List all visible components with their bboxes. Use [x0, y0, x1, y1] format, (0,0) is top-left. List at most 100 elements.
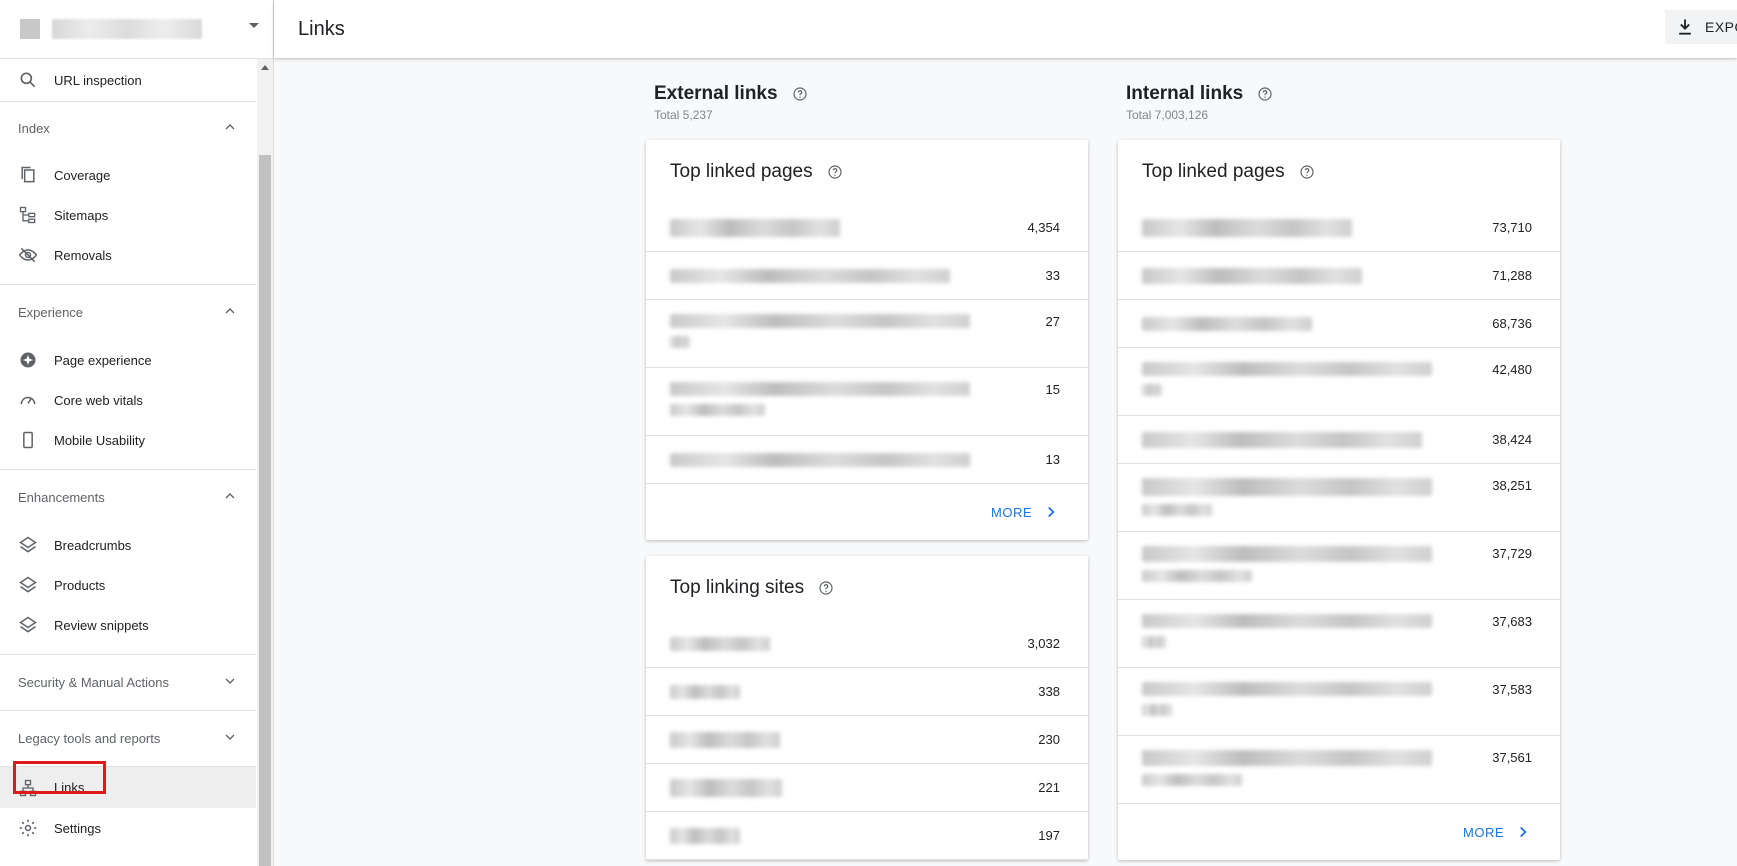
redacted-url — [1142, 218, 1352, 237]
link-count: 37,683 — [1492, 614, 1532, 629]
table-row[interactable]: 37,683 — [1118, 600, 1560, 668]
top-bar: Links EXPO — [274, 0, 1737, 58]
table-row[interactable]: 33 — [646, 252, 1088, 300]
sidebar-item-label: Coverage — [54, 167, 111, 183]
table-row[interactable]: 230 — [646, 716, 1088, 764]
sidebar-item-breadcrumbs[interactable]: Breadcrumbs — [0, 525, 256, 565]
help-icon[interactable] — [1299, 164, 1315, 180]
redacted-url — [1142, 614, 1432, 648]
link-count: 42,480 — [1492, 362, 1532, 377]
internal-links-header: Internal links Total 7,003,126 — [1126, 83, 1273, 122]
scroll-up-arrow-icon[interactable] — [261, 65, 269, 70]
sidebar-item-page-experience[interactable]: Page experience — [0, 340, 256, 380]
card-title: Top linked pages — [1142, 161, 1285, 182]
sidebar-item-sitemaps[interactable]: Sitemaps — [0, 195, 256, 235]
link-count: 68,736 — [1492, 316, 1532, 331]
table-row[interactable]: 4,354 — [646, 204, 1088, 252]
download-icon — [1679, 19, 1691, 35]
sidebar-item-label: Sitemaps — [54, 207, 109, 223]
sidebar-item-coverage[interactable]: Coverage — [0, 155, 256, 195]
export-label: EXPO — [1705, 19, 1737, 35]
help-icon[interactable] — [818, 580, 834, 596]
internal-top-linked-pages-card: Top linked pages 73,710 71,288 68,736 42… — [1118, 140, 1560, 860]
table-row[interactable]: 38,251 — [1118, 464, 1560, 532]
redacted-url — [670, 218, 840, 237]
table-row[interactable]: 197 — [646, 812, 1088, 860]
scrollbar-thumb[interactable] — [259, 155, 271, 866]
table-row[interactable]: 15 — [646, 368, 1088, 436]
section-label: Enhancements — [18, 490, 105, 505]
redacted-site — [670, 684, 740, 699]
section-enhancements-header[interactable]: Enhancements — [0, 469, 256, 525]
redacted-url — [1142, 750, 1432, 786]
redacted-url — [1142, 478, 1432, 516]
table-row[interactable]: 71,288 — [1118, 252, 1560, 300]
sidebar-item-removals[interactable]: Removals — [0, 235, 256, 275]
main-content: External links Total 5,237 Top linked pa… — [274, 58, 1737, 866]
table-row[interactable]: 3,032 — [646, 620, 1088, 668]
redacted-url — [1142, 546, 1432, 582]
table-row[interactable]: 37,561 — [1118, 736, 1560, 804]
property-dropdown-caret-icon[interactable] — [249, 23, 259, 28]
section-security-header[interactable]: Security & Manual Actions — [0, 654, 256, 710]
links-network-icon — [18, 778, 38, 798]
gear-icon — [18, 818, 38, 838]
chevron-right-icon — [1048, 506, 1055, 518]
table-row[interactable]: 27 — [646, 300, 1088, 368]
redacted-site — [670, 778, 782, 797]
table-row[interactable]: 73,710 — [1118, 204, 1560, 252]
help-icon[interactable] — [792, 86, 808, 102]
chevron-up-icon — [222, 119, 238, 138]
eye-off-icon — [18, 245, 38, 265]
more-label: MORE — [991, 504, 1032, 520]
external-more-button[interactable]: MORE — [646, 484, 1088, 540]
external-links-title: External links — [654, 83, 778, 104]
table-row[interactable]: 221 — [646, 764, 1088, 812]
sidebar-item-url-inspection[interactable]: URL inspection — [0, 59, 256, 101]
link-count: 4,354 — [1027, 220, 1060, 235]
chevron-right-icon — [1520, 826, 1527, 838]
table-row[interactable]: 37,729 — [1118, 532, 1560, 600]
table-row[interactable]: 42,480 — [1118, 348, 1560, 416]
section-label: Index — [18, 121, 50, 136]
chevron-down-icon — [222, 729, 238, 748]
sidebar-scrollbar[interactable] — [257, 59, 273, 866]
external-links-total: Total 5,237 — [654, 108, 713, 122]
section-experience-header[interactable]: Experience — [0, 284, 256, 340]
property-selector[interactable] — [0, 0, 273, 59]
sidebar-item-mobile-usability[interactable]: Mobile Usability — [0, 420, 256, 460]
export-button[interactable]: EXPO — [1665, 10, 1737, 44]
link-count: 3,032 — [1027, 636, 1060, 651]
table-row[interactable]: 37,583 — [1118, 668, 1560, 736]
sidebar-item-settings[interactable]: Settings — [0, 808, 256, 848]
link-count: 38,251 — [1492, 478, 1532, 493]
internal-links-title: Internal links — [1126, 83, 1244, 104]
sidebar-item-links[interactable]: Links — [0, 766, 256, 808]
help-icon[interactable] — [1257, 86, 1273, 102]
sidebar-item-label: Page experience — [54, 352, 152, 368]
sidebar-item-products[interactable]: Products — [0, 565, 256, 605]
sidebar-item-review-snippets[interactable]: Review snippets — [0, 605, 256, 645]
help-icon[interactable] — [827, 164, 843, 180]
link-count: 221 — [1038, 780, 1060, 795]
page-experience-icon — [18, 350, 38, 370]
table-row[interactable]: 68,736 — [1118, 300, 1560, 348]
section-index-header[interactable]: Index — [0, 101, 256, 155]
section-legacy-header[interactable]: Legacy tools and reports — [0, 710, 256, 766]
sidebar-nav: URL inspection Index Coverage Sitemaps R… — [0, 59, 256, 866]
search-icon — [18, 70, 38, 90]
link-count: 230 — [1038, 732, 1060, 747]
table-row[interactable]: 38,424 — [1118, 416, 1560, 464]
table-row[interactable]: 13 — [646, 436, 1088, 484]
smartphone-icon — [18, 430, 38, 450]
redacted-url — [670, 314, 970, 348]
sidebar-item-core-web-vitals[interactable]: Core web vitals — [0, 380, 256, 420]
link-count: 73,710 — [1492, 220, 1532, 235]
link-count: 197 — [1038, 828, 1060, 843]
table-row[interactable]: 338 — [646, 668, 1088, 716]
layers-icon — [18, 575, 38, 595]
redacted-url — [670, 268, 950, 283]
redacted-site — [670, 731, 780, 748]
internal-more-button[interactable]: MORE — [1118, 804, 1560, 860]
external-top-linked-pages-card: Top linked pages 4,354 33 27 15 13 MORE — [646, 140, 1088, 540]
